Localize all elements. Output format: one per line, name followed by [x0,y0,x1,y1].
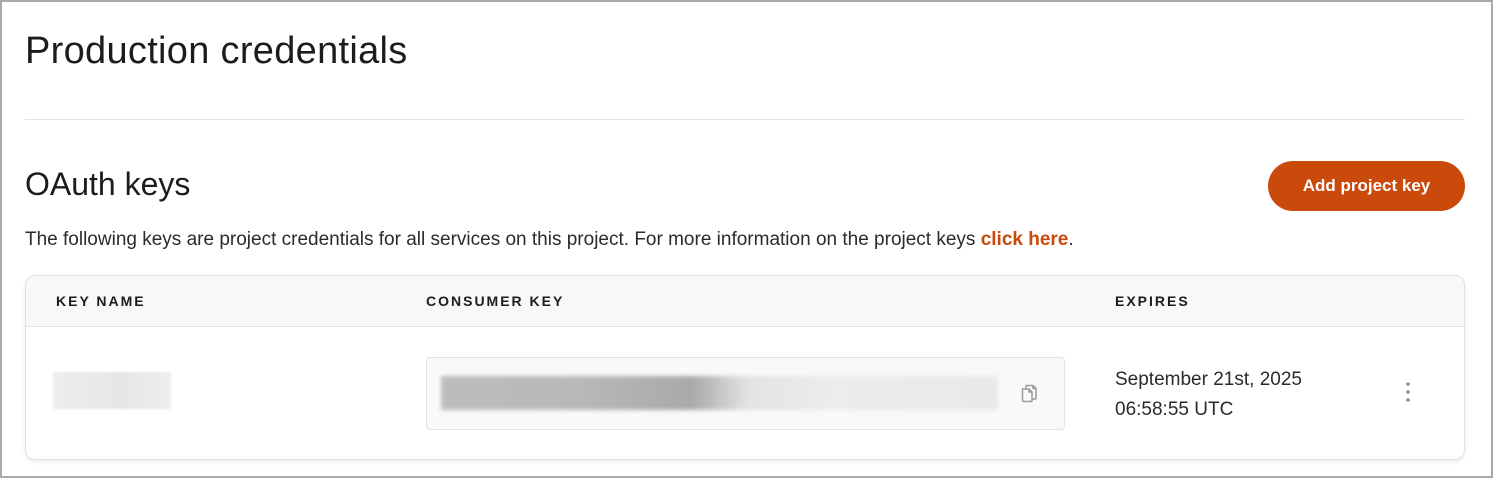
section-description: The following keys are project credentia… [25,229,1074,251]
column-header-expires: EXPIRES [1115,293,1190,309]
click-here-link[interactable]: click here [981,229,1069,250]
expires-cell: September 21st, 2025 06:58:55 UTC [1115,365,1302,425]
description-suffix: . [1068,229,1074,250]
window-frame: Production credentials OAuth keys Add pr… [0,0,1493,478]
consumer-key-redacted [441,376,998,410]
section-title-oauth-keys: OAuth keys [25,166,191,202]
description-text: The following keys are project credentia… [25,229,981,250]
oauth-keys-table: KEY NAME CONSUMER KEY EXPIRES September … [25,275,1465,460]
key-name-redacted [53,372,171,409]
column-header-key-name: KEY NAME [56,293,146,309]
table-row: September 21st, 2025 06:58:55 UTC [26,327,1464,459]
expires-date: September 21st, 2025 [1115,369,1302,390]
add-project-key-button[interactable]: Add project key [1268,161,1465,211]
table-header: KEY NAME CONSUMER KEY EXPIRES [26,276,1464,327]
more-vertical-icon[interactable] [1398,379,1418,405]
expires-time: 06:58:55 UTC [1115,399,1234,420]
consumer-key-field [426,357,1065,430]
divider [25,119,1465,120]
copy-icon[interactable] [1017,381,1041,405]
page-title: Production credentials [25,30,408,72]
column-header-consumer-key: CONSUMER KEY [426,293,565,309]
